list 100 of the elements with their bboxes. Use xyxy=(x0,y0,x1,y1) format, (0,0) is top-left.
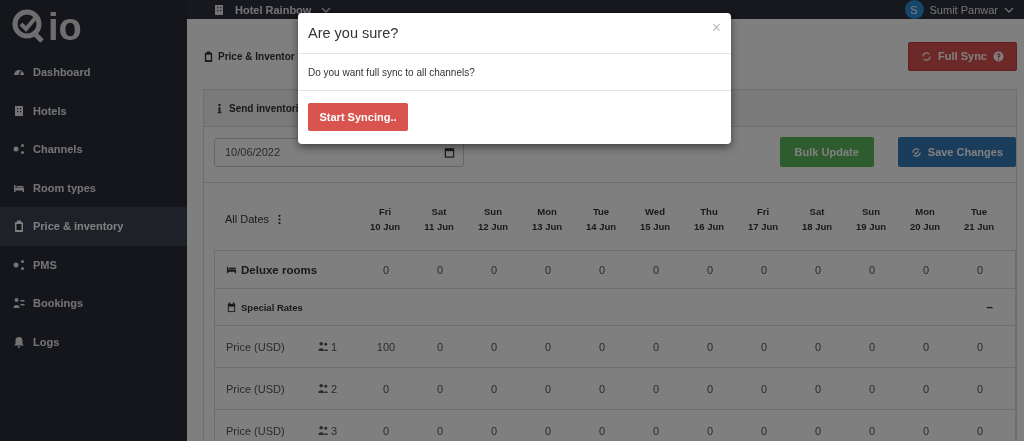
close-button[interactable]: × xyxy=(711,19,721,37)
table-cell-text: 0 xyxy=(435,263,445,276)
table-cell-text: 0 xyxy=(651,263,661,276)
table-cell-text: 0 xyxy=(543,424,553,437)
save-changes-button[interactable]: Save Changes xyxy=(897,137,1016,167)
card-title: Send inventori xyxy=(229,102,299,114)
table-cell-text: 0 xyxy=(381,382,391,395)
table-cell-text: 0 xyxy=(705,424,715,437)
table-cell-text: 0 xyxy=(543,340,553,353)
table-cell-text: 0 xyxy=(813,263,823,276)
room-name: Deluxe rooms xyxy=(241,263,318,276)
table-cell-text: 0 xyxy=(867,424,877,437)
date-column-header: Sat 11 Jun xyxy=(423,205,455,234)
row-label: Price (USD) xyxy=(226,382,285,395)
table-cell-text: 0 xyxy=(813,382,823,395)
all-dates-label: All Dates xyxy=(225,213,270,225)
sidebar-item[interactable]: Dashboard xyxy=(0,53,187,92)
section-title: Special Rates xyxy=(241,301,303,313)
chevron-down-icon xyxy=(1004,6,1014,13)
table-cell-text: 0 xyxy=(705,263,715,276)
page-title: Price & Inventor xyxy=(218,50,295,62)
table-cell-text: 0 xyxy=(489,424,499,437)
table-cell-text: 0 xyxy=(489,340,499,353)
date-column-header: Sat 18 Jun xyxy=(800,205,834,234)
table-cell-text: 0 xyxy=(543,263,553,276)
chevron-down-icon xyxy=(321,6,332,13)
guest-count: 2 xyxy=(330,382,337,395)
sidebar-item[interactable]: Price & inventory xyxy=(0,207,187,246)
date-column-header: Sun 19 Jun xyxy=(854,205,888,234)
table-cell-text: 0 xyxy=(759,424,769,437)
table-cell-text: 0 xyxy=(651,382,661,395)
table-cell-text: 0 xyxy=(813,424,823,437)
table-cell-text: 0 xyxy=(597,340,607,353)
full-sync-button[interactable]: Full Sync xyxy=(908,41,1017,71)
guest-count: 3 xyxy=(330,424,337,437)
dots-icon xyxy=(13,258,25,271)
dots-icon xyxy=(13,143,25,156)
date-column-header: Wed 15 Jun xyxy=(638,205,672,234)
sync-icon xyxy=(921,50,933,62)
bell-icon xyxy=(13,335,25,348)
table-cell-text: 0 xyxy=(651,340,661,353)
table-cell-text: 0 xyxy=(975,382,985,395)
users-icon xyxy=(317,383,329,394)
table-cell-text: 0 xyxy=(705,382,715,395)
sidebar-item[interactable]: Hotels xyxy=(0,91,187,130)
user-menu[interactable]: S Sumit Panwar xyxy=(904,0,1014,19)
table-cell-text: 0 xyxy=(921,382,931,395)
date-column-header: Tue 14 Jun xyxy=(584,205,618,234)
row-label: Price (USD) xyxy=(226,340,285,353)
building-icon xyxy=(13,104,25,117)
table-cell-text: 0 xyxy=(975,340,985,353)
table-cell-text: 0 xyxy=(705,340,715,353)
table-cell-text: 0 xyxy=(759,263,769,276)
table-cell-text: 0 xyxy=(921,424,931,437)
calendar-icon xyxy=(444,146,455,158)
help-icon xyxy=(993,50,1004,62)
sidebar-item[interactable]: Channels xyxy=(0,130,187,169)
table-cell-text: 0 xyxy=(597,424,607,437)
table-cell-text: 100 xyxy=(375,340,397,353)
modal-title: Are you sure? xyxy=(308,25,400,41)
table-cell-text: 0 xyxy=(867,382,877,395)
table-cell-text: 0 xyxy=(651,424,661,437)
bed-icon xyxy=(226,264,237,275)
date-column-header: Fri 17 Jun xyxy=(746,205,780,234)
table-cell-text: 0 xyxy=(975,424,985,437)
table-cell-text: 0 xyxy=(543,382,553,395)
table-cell-text: 0 xyxy=(381,424,391,437)
clipboard-icon xyxy=(203,50,214,62)
sync-icon xyxy=(910,146,922,158)
table-cell-text: 0 xyxy=(759,382,769,395)
bulk-update-button[interactable]: Bulk Update xyxy=(779,137,874,167)
table-cell-text: 0 xyxy=(597,263,607,276)
sidebar-item[interactable]: Bookings xyxy=(0,284,187,323)
users-icon xyxy=(317,425,329,436)
table-cell-text: 0 xyxy=(435,424,445,437)
collapse-toggle[interactable]: – xyxy=(986,300,993,314)
modal-message: Do you want full sync to all channels? xyxy=(308,66,475,78)
table-cell-text: 0 xyxy=(381,263,391,276)
row-label: Price (USD) xyxy=(226,424,285,437)
sidebar-item[interactable]: Logs xyxy=(0,322,187,361)
date-column-header: Mon 20 Jun xyxy=(908,205,942,234)
date-column-header: Thu 16 Jun xyxy=(692,205,726,234)
date-column-header: Sun 12 Jun xyxy=(476,205,510,234)
avatar: S xyxy=(904,0,924,19)
sidebar-item[interactable]: Room types xyxy=(0,168,187,207)
table-cell-text: 0 xyxy=(867,340,877,353)
table-cell-text: 0 xyxy=(489,263,499,276)
table-cell-text: 0 xyxy=(759,340,769,353)
logo-text: io xyxy=(48,7,82,46)
table-cell-text: 0 xyxy=(921,340,931,353)
table-cell-text: 0 xyxy=(489,382,499,395)
date-column-header: Fri 10 Jun xyxy=(368,205,402,234)
table-cell-text: 0 xyxy=(867,263,877,276)
start-syncing-button[interactable]: Start Syncing.. xyxy=(308,103,408,131)
users-icon xyxy=(317,341,329,352)
guest-count: 1 xyxy=(330,340,337,353)
table-cell-text: 0 xyxy=(435,382,445,395)
calendar-icon xyxy=(226,301,237,313)
building-icon xyxy=(213,3,225,16)
check-magnifier-icon xyxy=(12,8,46,45)
